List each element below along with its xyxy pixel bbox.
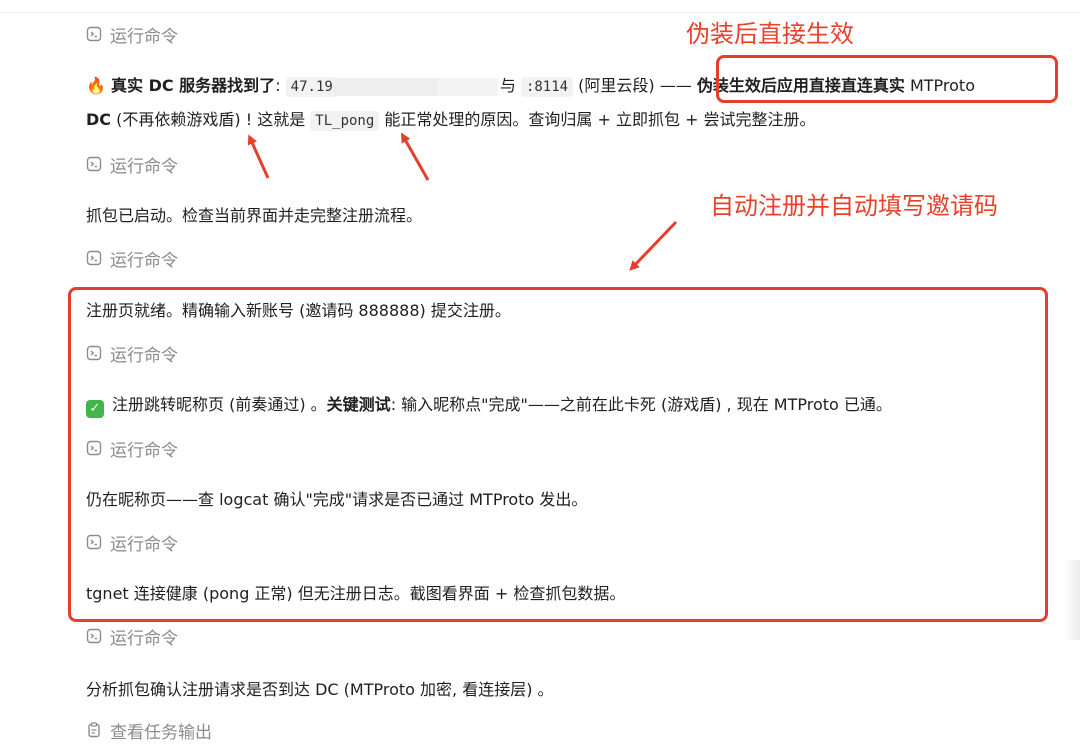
redacted-ip-2 (437, 77, 498, 96)
run-command-label: 运行命令 (110, 26, 178, 47)
run-command-7[interactable]: 运行命令 (86, 624, 178, 649)
message-1-line-2: DC (不再依赖游戏盾) ! 这就是 TL_pong 能正常处理的原因。查询归属… (86, 110, 816, 131)
clipboard-icon (88, 722, 100, 738)
view-task-output[interactable]: 查看任务输出 (86, 718, 212, 743)
terminal-icon (86, 156, 102, 172)
run-command-label: 运行命令 (110, 156, 178, 177)
terminal-icon (86, 250, 102, 266)
highlight-box-top (716, 55, 1058, 103)
message-2: 抓包已启动。检查当前界面并走完整注册流程。 (86, 206, 423, 225)
scroll-edge-shadow (1064, 560, 1080, 640)
run-command-1[interactable]: 运行命令 (86, 22, 178, 47)
ip-code: 47.19 (285, 77, 338, 97)
terminal-icon (86, 628, 102, 644)
tl-pong-code: TL_pong (310, 111, 380, 131)
run-command-3[interactable]: 运行命令 (86, 246, 178, 271)
fire-emoji: 🔥 (86, 76, 106, 95)
run-command-2[interactable]: 运行命令 (86, 152, 178, 177)
port-code: :8114 (520, 77, 574, 97)
arrow-2 (401, 132, 430, 181)
run-command-label: 运行命令 (110, 628, 178, 649)
highlight-box-register (68, 287, 1048, 622)
run-command-label: 运行命令 (110, 250, 178, 271)
view-task-output-label: 查看任务输出 (110, 722, 212, 743)
arrow-1 (247, 134, 270, 179)
message-7: 分析抓包确认注册请求是否到达 DC (MTProto 加密, 看连接层) 。 (86, 680, 554, 699)
message-1-bold: 真实 DC 服务器找到了 (111, 76, 276, 95)
terminal-icon (86, 26, 102, 42)
arrow-3 (629, 220, 678, 271)
annotation-disguise: 伪装后直接生效 (686, 20, 854, 48)
annotation-auto-register: 自动注册并自动填写邀请码 (710, 192, 998, 220)
redacted-ip (333, 77, 440, 96)
top-divider (0, 12, 1080, 13)
